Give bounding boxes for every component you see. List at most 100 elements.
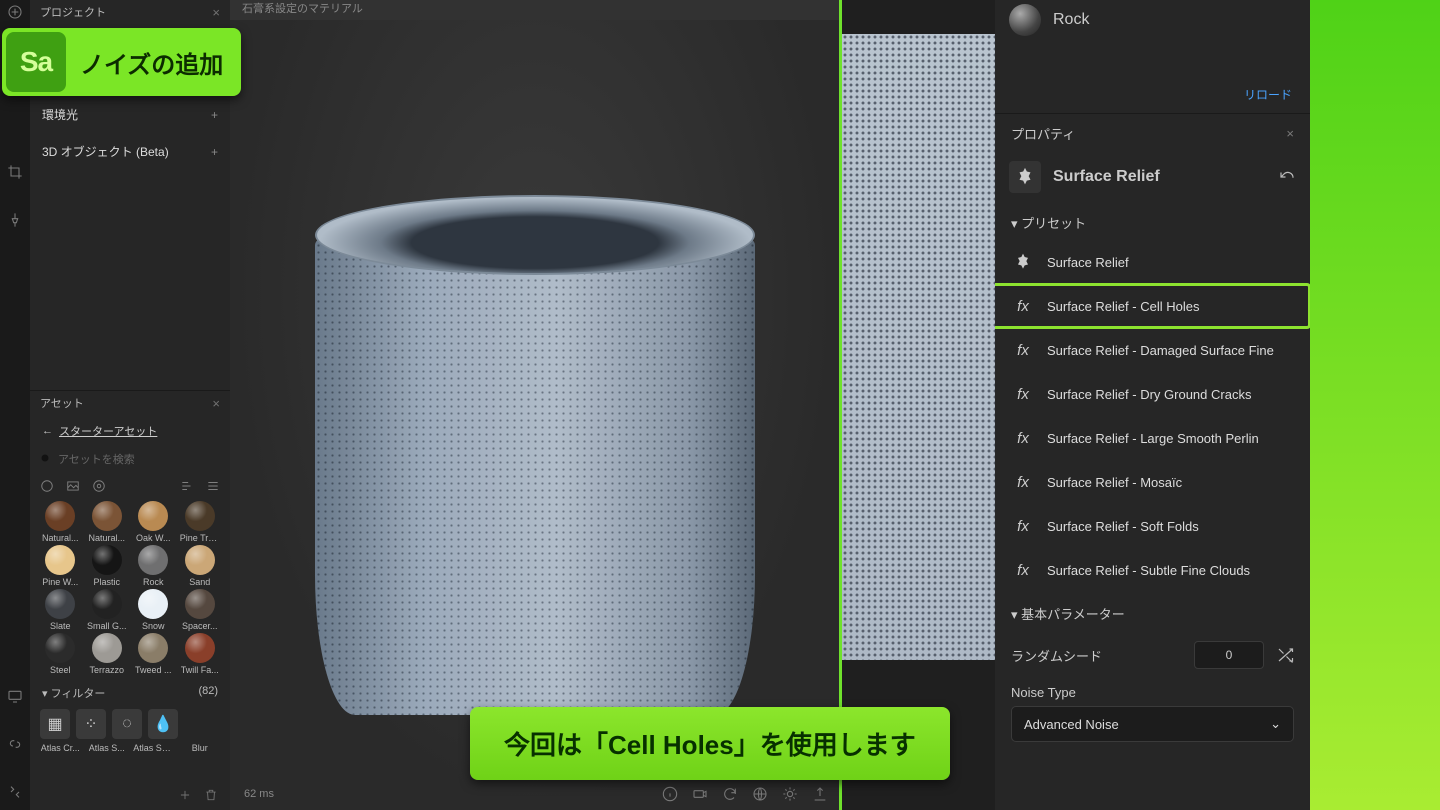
preview-2d[interactable] xyxy=(840,0,995,810)
swatch-ball xyxy=(185,589,215,619)
swatch-label: Spacer... xyxy=(182,621,218,631)
close-icon[interactable]: × xyxy=(1286,126,1294,141)
close-icon[interactable]: × xyxy=(212,5,220,20)
light-icon[interactable] xyxy=(782,786,798,802)
preview-mesh xyxy=(315,195,755,715)
swatch-label: Steel xyxy=(50,665,71,675)
swatch-label: Terrazzo xyxy=(89,665,124,675)
plus-icon[interactable]: + xyxy=(211,145,218,159)
fx-icon: fx xyxy=(1011,294,1035,318)
reload-link[interactable]: リロード xyxy=(995,46,1310,113)
asset-swatch[interactable]: Small G... xyxy=(85,589,130,631)
swatch-ball xyxy=(138,545,168,575)
tab-target-icon[interactable] xyxy=(92,479,106,493)
swatch-label: Slate xyxy=(50,621,71,631)
presets-header[interactable]: ▾ プリセット xyxy=(995,201,1310,240)
refresh-icon[interactable] xyxy=(722,786,738,802)
link-icon[interactable] xyxy=(7,736,23,752)
assets-back[interactable]: ← スターターアセット xyxy=(30,417,230,447)
pin-icon[interactable] xyxy=(7,212,23,228)
asset-swatch[interactable]: Slate xyxy=(38,589,83,631)
preset-item[interactable]: fxSurface Relief - Dry Ground Cracks xyxy=(995,372,1310,416)
asset-swatch[interactable]: Steel xyxy=(38,633,83,675)
asset-swatch[interactable]: Pine Tre... xyxy=(178,501,223,543)
swatch-label: Rock xyxy=(143,577,164,587)
list-icon[interactable] xyxy=(206,479,220,493)
preset-item[interactable]: fxSurface Relief - Cell Holes xyxy=(983,284,1310,328)
crop-icon[interactable] xyxy=(7,164,23,180)
params-header[interactable]: ▾ 基本パラメーター xyxy=(995,592,1310,631)
swatch-label: Small G... xyxy=(87,621,127,631)
random-seed-input[interactable] xyxy=(1194,641,1264,669)
preset-label: Surface Relief - Large Smooth Perlin xyxy=(1047,431,1259,446)
filter-thumb[interactable]: ◌ xyxy=(112,709,142,739)
tree-item-label: 環境光 xyxy=(42,106,78,123)
tree-item-envlight[interactable]: 環境光 + xyxy=(30,96,230,133)
swatch-label: Twill Fa... xyxy=(181,665,219,675)
delete-icon[interactable] xyxy=(204,788,218,802)
asset-swatch[interactable]: Terrazzo xyxy=(85,633,130,675)
search-input[interactable]: アセットを検索 xyxy=(40,451,220,467)
swatch-label: Natural... xyxy=(42,533,79,543)
swatch-ball xyxy=(138,633,168,663)
layer-rock[interactable]: Rock xyxy=(995,0,1310,46)
viewport-tab[interactable]: 石膏系設定のマテリアル xyxy=(230,0,840,20)
asset-swatch[interactable]: Snow xyxy=(131,589,176,631)
add-asset-icon[interactable] xyxy=(178,788,192,802)
asset-swatch[interactable]: Pine W... xyxy=(38,545,83,587)
undo-icon[interactable] xyxy=(1278,168,1296,186)
viewport-3d[interactable]: 石膏系設定のマテリアル 62 ms xyxy=(230,0,840,810)
asset-swatch[interactable]: Spacer... xyxy=(178,589,223,631)
plus-icon[interactable]: + xyxy=(211,108,218,122)
sort-icon[interactable] xyxy=(180,479,194,493)
noise-type-select[interactable]: Advanced Noise ⌄ xyxy=(1011,706,1294,742)
preset-item[interactable]: fxSurface Relief - Mosaïc xyxy=(995,460,1310,504)
globe-icon[interactable] xyxy=(752,786,768,802)
assets-title: アセット xyxy=(40,395,84,411)
camera-icon[interactable] xyxy=(692,786,708,802)
asset-swatch[interactable]: Oak W... xyxy=(131,501,176,543)
swatch-label: Plastic xyxy=(93,577,120,587)
asset-swatch[interactable]: Natural... xyxy=(85,501,130,543)
screen-icon[interactable] xyxy=(7,688,23,704)
asset-swatch[interactable]: Rock xyxy=(131,545,176,587)
asset-swatch[interactable]: Tweed ... xyxy=(131,633,176,675)
filter-thumb[interactable]: ⁘ xyxy=(76,709,106,739)
swatch-label: Pine Tre... xyxy=(180,533,220,543)
tab-images-icon[interactable] xyxy=(66,479,80,493)
tab-materials-icon[interactable] xyxy=(40,479,54,493)
tree-item-label: 3D オブジェクト (Beta) xyxy=(42,143,169,160)
properties-panel: Rock リロード プロパティ × Surface Relief ▾ プリセット… xyxy=(995,0,1310,810)
noise-type-label: Noise Type xyxy=(995,679,1310,702)
swatch-ball xyxy=(138,501,168,531)
asset-swatch[interactable]: Sand xyxy=(178,545,223,587)
preset-item[interactable]: fxSurface Relief - Damaged Surface Fine xyxy=(995,328,1310,372)
close-icon[interactable]: × xyxy=(212,396,220,411)
tree-item-3dobject[interactable]: 3D オブジェクト (Beta) + xyxy=(30,133,230,170)
swatch-ball xyxy=(138,589,168,619)
preset-label: Surface Relief - Mosaïc xyxy=(1047,475,1182,490)
info-icon[interactable] xyxy=(662,786,678,802)
swatch-label: Snow xyxy=(142,621,165,631)
presets-list: Surface RelieffxSurface Relief - Cell Ho… xyxy=(995,240,1310,592)
filter-thumb[interactable]: ▦ xyxy=(40,709,70,739)
fx-icon: fx xyxy=(1011,338,1035,362)
filters-header[interactable]: ▾ フィルター (82) xyxy=(30,675,230,705)
asset-swatch[interactable]: Natural... xyxy=(38,501,83,543)
fx-icon: fx xyxy=(1011,382,1035,406)
viewport-canvas[interactable]: 62 ms xyxy=(230,20,840,810)
upload-icon[interactable] xyxy=(812,786,828,802)
add-icon[interactable] xyxy=(7,4,23,20)
preset-item[interactable]: fxSurface Relief - Subtle Fine Clouds xyxy=(995,548,1310,592)
preset-item[interactable]: fxSurface Relief - Large Smooth Perlin xyxy=(995,416,1310,460)
shuffle-icon[interactable] xyxy=(1276,646,1294,664)
search-placeholder: アセットを検索 xyxy=(58,451,135,467)
asset-swatch[interactable]: Twill Fa... xyxy=(178,633,223,675)
swatch-label: Pine W... xyxy=(42,577,78,587)
preset-item[interactable]: Surface Relief xyxy=(995,240,1310,284)
preset-item[interactable]: fxSurface Relief - Soft Folds xyxy=(995,504,1310,548)
swap-icon[interactable] xyxy=(7,784,23,800)
asset-swatch[interactable]: Plastic xyxy=(85,545,130,587)
filter-thumb[interactable]: 💧 xyxy=(148,709,178,739)
swatch-ball xyxy=(92,589,122,619)
